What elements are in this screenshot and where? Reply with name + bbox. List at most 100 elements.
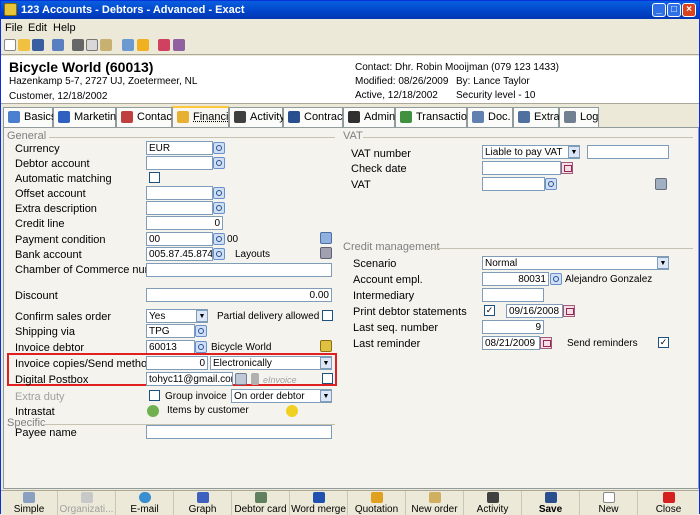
simple-button[interactable]: Simple	[1, 491, 58, 515]
currency-field[interactable]: EUR	[146, 141, 213, 155]
previous-icon[interactable]	[122, 39, 134, 51]
auto-matching-checkbox[interactable]	[149, 172, 160, 183]
menu-edit[interactable]: Edit	[28, 22, 47, 34]
debtor-account-field[interactable]	[146, 156, 213, 170]
dropdown-arrow-icon[interactable]: ▼	[320, 390, 332, 402]
email-icon[interactable]	[235, 373, 247, 385]
lookup-icon[interactable]	[213, 233, 225, 245]
attachment-icon[interactable]	[251, 373, 259, 385]
group-invoice-checkbox[interactable]	[149, 390, 160, 401]
activity-button[interactable]: Activity	[464, 491, 522, 515]
send-reminders-checkbox[interactable]: ✓	[658, 337, 669, 348]
print-statements-date[interactable]: 09/16/2008	[506, 304, 563, 318]
invoice-copies-field[interactable]: 0	[146, 356, 208, 370]
lookup-icon[interactable]	[213, 187, 225, 199]
lookup-icon[interactable]	[550, 273, 562, 285]
lookup-icon[interactable]	[213, 248, 225, 260]
new-order-button[interactable]: New order	[406, 491, 464, 515]
contact-info[interactable]: Contact: Dhr. Robin Mooijman (079 123 14…	[355, 62, 559, 73]
menu-help[interactable]: Help	[53, 22, 76, 34]
extra-description-field[interactable]	[146, 201, 213, 215]
dropdown-arrow-icon[interactable]: ▼	[196, 310, 208, 322]
group-invoice-select[interactable]: On order debtor	[231, 389, 332, 403]
next-icon[interactable]	[137, 39, 149, 51]
maximize-button[interactable]: □	[667, 3, 681, 17]
shipping-field[interactable]: TPG	[146, 324, 195, 338]
tab-admin[interactable]: Admin.	[343, 107, 398, 127]
partial-delivery-checkbox[interactable]	[322, 310, 333, 321]
tab-marketing[interactable]: Marketing	[53, 107, 122, 127]
tab-doc[interactable]: Doc.	[467, 107, 513, 127]
scenario-select[interactable]: Normal	[482, 256, 669, 270]
discount-field[interactable]: 0.00	[146, 288, 332, 302]
undo-icon[interactable]	[52, 39, 64, 51]
last-seq-field[interactable]: 9	[482, 320, 544, 334]
tab-log[interactable]: Log	[559, 107, 599, 127]
invoice-debtor-field[interactable]: 60013	[146, 340, 195, 354]
tab-contract[interactable]: Contract	[283, 107, 346, 127]
graph-button[interactable]: Graph	[174, 491, 232, 515]
lightbulb-icon[interactable]	[286, 405, 298, 417]
save-disk-icon[interactable]	[32, 39, 44, 51]
open-folder-icon[interactable]	[18, 39, 30, 51]
coc-field[interactable]	[146, 263, 332, 277]
lookup-icon[interactable]	[213, 202, 225, 214]
lookup-icon[interactable]	[195, 325, 207, 337]
account-empl-field[interactable]: 80031	[482, 272, 549, 286]
calendar-icon[interactable]	[561, 162, 573, 174]
intrastat-icon[interactable]	[147, 405, 159, 417]
vat-field[interactable]	[482, 177, 545, 191]
vat-number-select[interactable]: Liable to pay VAT	[482, 145, 580, 159]
last-reminder-date[interactable]: 08/21/2009	[482, 336, 540, 350]
tab-contact[interactable]: Contact	[116, 107, 175, 127]
payee-field[interactable]	[146, 425, 332, 439]
send-method-select[interactable]: Electronically	[210, 356, 332, 370]
tab-basics[interactable]: Basics	[3, 107, 56, 127]
payment-condition-field[interactable]: 00	[146, 232, 213, 246]
calendar-icon[interactable]	[563, 305, 575, 317]
delete-icon[interactable]	[158, 39, 170, 51]
cut-icon[interactable]	[72, 39, 84, 51]
email-button[interactable]: E-mail	[116, 491, 174, 515]
credit-line-field[interactable]: 0	[146, 216, 223, 230]
tab-activity[interactable]: Activity	[229, 107, 285, 127]
tab-financial[interactable]: Financial	[172, 106, 237, 128]
dropdown-arrow-icon[interactable]: ▼	[657, 257, 669, 269]
dropdown-arrow-icon[interactable]: ▼	[320, 357, 332, 369]
lookup-icon[interactable]	[213, 157, 225, 169]
copy-icon[interactable]	[86, 39, 98, 51]
minimize-button[interactable]: _	[652, 3, 666, 17]
debtor-card-button[interactable]: Debtor card	[232, 491, 290, 515]
open-folder-icon[interactable]	[320, 340, 332, 352]
postbox-field[interactable]: tohyc11@gmail.com	[146, 372, 233, 386]
calculator-icon[interactable]	[320, 232, 332, 244]
vat-settings-icon[interactable]	[655, 178, 667, 190]
print-statements-checkbox[interactable]: ✓	[484, 305, 495, 316]
einvoice-checkbox[interactable]	[322, 373, 333, 384]
lookup-icon[interactable]	[213, 142, 225, 154]
menu-file[interactable]: File	[5, 22, 23, 34]
dropdown-arrow-icon[interactable]: ▼	[568, 146, 580, 158]
layouts-icon[interactable]	[320, 247, 332, 259]
tab-transactions[interactable]: Transactions	[395, 107, 479, 127]
quotation-icon	[370, 492, 383, 503]
lookup-icon[interactable]	[195, 341, 207, 353]
check-date-field[interactable]	[482, 161, 561, 175]
quotation-button[interactable]: Quotation	[348, 491, 406, 515]
bank-account-field[interactable]: 005.87.45.874	[146, 247, 213, 261]
lookup-icon[interactable]	[545, 178, 557, 190]
intermediary-field[interactable]	[482, 288, 544, 302]
close-window-button[interactable]: ×	[682, 3, 696, 17]
offset-account-field[interactable]	[146, 186, 213, 200]
calendar-icon[interactable]	[540, 337, 552, 349]
vat-number-field[interactable]	[587, 145, 669, 159]
new-doc-icon[interactable]	[4, 39, 16, 51]
book-icon[interactable]	[173, 39, 185, 51]
tab-extra[interactable]: Extra	[513, 107, 560, 127]
organization-button[interactable]: Organizati...	[58, 491, 116, 515]
save-button[interactable]: Save	[522, 491, 580, 515]
new-button[interactable]: New	[580, 491, 638, 515]
word-merge-button[interactable]: Word merge	[290, 491, 348, 515]
paste-icon[interactable]	[100, 39, 112, 51]
close-button[interactable]: Close	[638, 491, 699, 515]
